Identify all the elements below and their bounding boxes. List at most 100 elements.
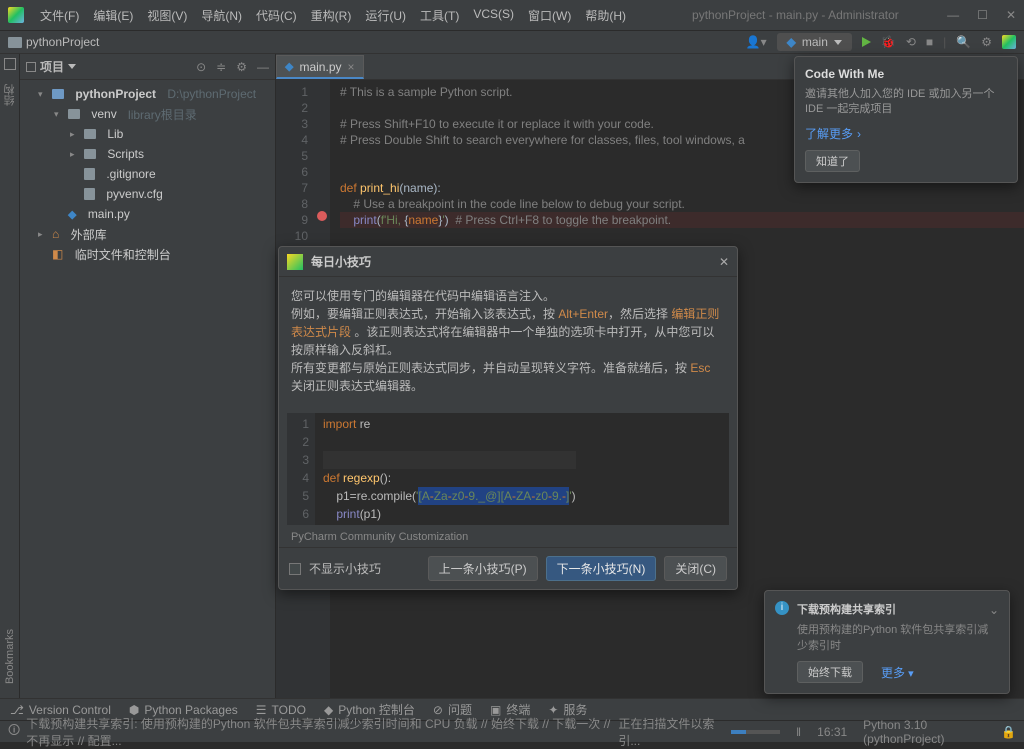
gear-icon[interactable]: ⚙ [236,60,247,74]
main-menu[interactable]: 文件(F) 编辑(E) 视图(V) 导航(N) 代码(C) 重构(R) 运行(U… [34,4,632,27]
minimize-icon[interactable]: — [947,8,959,22]
tree-note: library根目录 [128,106,197,123]
scratch-icon: ◧ [52,247,63,261]
more-link[interactable]: 更多 ▾ [881,664,914,681]
editor-tab-main[interactable]: ◆ main.py × [276,55,364,79]
tip-paragraph-2: 例如，要编辑正则表达式，开始输入该表达式，按 Alt+Enter，然后选择 编辑… [291,305,725,359]
structure-tool-button[interactable]: 结构 [2,84,18,106]
run-coverage-icon[interactable]: ⟲ [906,35,916,49]
notify-desc: 使用预构建的Python 软件包共享索引减少索引时 [797,621,999,653]
download-index-notification: i 下载预构建共享索引 ⌄ 使用预构建的Python 软件包共享索引减少索引时 … [764,590,1010,694]
cwme-learn-more-link[interactable]: 了解更多› [805,125,1007,142]
tree-scratch[interactable]: ◧ 临时文件和控制台 [20,244,275,264]
status-message[interactable]: 下载预构建共享索引: 使用预构建的Python 软件包共享索引减少索引时间和 C… [26,715,618,749]
tree-mainpy[interactable]: ◆ main.py [20,204,275,224]
project-tree[interactable]: ▾ pythonProject D:\pythonProject ▾ venv … [20,80,275,268]
select-opened-file-icon[interactable]: ⊙ [196,60,206,74]
menu-nav[interactable]: 导航(N) [195,4,248,27]
bookmarks-tool-button[interactable]: Bookmarks [4,629,16,684]
menu-tools[interactable]: 工具(T) [414,4,465,27]
close-window-icon[interactable]: ✕ [1006,8,1016,22]
menu-view[interactable]: 视图(V) [141,4,193,27]
run-config-name: main [802,35,828,49]
menu-run[interactable]: 运行(U) [359,4,412,27]
breakpoint-icon[interactable] [317,211,327,221]
stop-icon[interactable]: ■ [926,35,933,49]
run-icon[interactable] [862,37,871,47]
always-download-button[interactable]: 始终下载 [797,661,863,683]
tip-paragraph-1: 您可以使用专门的编辑器在代码中编辑语言注入。 [291,287,725,305]
folder-icon [8,37,22,48]
tree-external-libs[interactable]: ▸⌂ 外部库 [20,224,275,244]
tab-label: main.py [299,60,341,74]
tree-root-path: D:\pythonProject [167,87,256,101]
lock-icon[interactable]: 🔒 [1001,725,1016,739]
tree-root[interactable]: ▾ pythonProject D:\pythonProject [20,84,275,104]
python-file-icon: ◆ [68,208,76,221]
tree-scripts[interactable]: ▸ Scripts [20,144,275,164]
app-logo-icon [287,254,303,270]
dont-show-tips-checkbox[interactable] [289,563,301,575]
project-panel-title: 项目 [40,58,64,75]
info-icon: i [775,601,789,615]
tree-label: main.py [88,207,130,221]
tip-of-the-day-dialog: 每日小技巧 ✕ 您可以使用专门的编辑器在代码中编辑语言注入。 例如，要编辑正则表… [278,246,738,590]
tree-venv[interactable]: ▾ venv library根目录 [20,104,275,124]
menu-window[interactable]: 窗口(W) [522,4,577,27]
pause-indexing-icon[interactable]: ‖ [796,725,801,739]
cwme-title: Code With Me [805,67,1007,81]
code-with-me-icon[interactable]: 👤▾ [746,35,767,49]
status-notification-icon[interactable]: 🛈 [8,721,20,742]
dont-show-tips-label: 不显示小技巧 [309,560,381,577]
menu-file[interactable]: 文件(F) [34,4,85,27]
previous-tip-button[interactable]: 上一条小技巧(P) [428,556,538,581]
next-tip-button[interactable]: 下一条小技巧(N) [546,556,657,581]
tree-label: 外部库 [71,226,107,243]
tip-source-note: PyCharm Community Customization [279,527,737,547]
tree-gitignore[interactable]: .gitignore [20,164,275,184]
tree-label: .gitignore [106,167,155,181]
app-logo [8,7,24,23]
interpreter-label[interactable]: Python 3.10 (pythonProject) [863,718,985,746]
tree-lib[interactable]: ▸ Lib [20,124,275,144]
tree-pyvenv[interactable]: pyvenv.cfg [20,184,275,204]
run-config-selector[interactable]: ◆ main [777,33,852,51]
menu-refactor[interactable]: 重构(R) [305,4,358,27]
file-icon [84,168,95,180]
project-view-icon [26,62,36,72]
divider: | [943,35,946,49]
menu-code[interactable]: 代码(C) [250,4,303,27]
file-icon [84,188,95,200]
caret-position[interactable]: 16:31 [817,725,847,739]
close-tips-button[interactable]: 关闭(C) [664,556,727,581]
tree-label: Lib [107,127,123,141]
cwme-got-it-button[interactable]: 知道了 [805,150,860,172]
search-everywhere-icon[interactable]: 🔍 [956,35,971,49]
menu-help[interactable]: 帮助(H) [579,4,632,27]
menu-edit[interactable]: 编辑(E) [87,4,139,27]
folder-icon [52,89,64,99]
expand-all-icon[interactable]: ≑ [216,60,226,74]
folder-icon [68,109,80,119]
folder-icon [84,149,96,159]
hide-panel-icon[interactable]: — [257,60,269,74]
tip-code-example: 123456 import re def regexp(): p1=re.com… [287,413,729,525]
cwme-desc: 邀请其他人加入您的 IDE 或加入另一个 IDE 一起完成项目 [805,87,1007,117]
tree-root-label: pythonProject [75,87,156,101]
menu-vcs[interactable]: VCS(S) [467,4,520,27]
maximize-icon[interactable]: ☐ [977,8,988,22]
chevron-down-icon[interactable]: ⌄ [989,603,999,617]
close-dialog-icon[interactable]: ✕ [719,255,729,269]
library-icon: ⌂ [52,227,59,241]
code-with-me-popup: Code With Me 邀请其他人加入您的 IDE 或加入另一个 IDE 一起… [794,56,1018,183]
tree-label: pyvenv.cfg [106,187,162,201]
chevron-right-icon: › [857,127,861,141]
close-tab-icon[interactable]: × [348,60,355,74]
breadcrumb-project[interactable]: pythonProject [26,35,99,49]
toolbox-icon[interactable] [1002,35,1016,49]
debug-icon[interactable]: 🐞 [881,35,896,49]
chevron-down-icon[interactable] [68,64,76,69]
settings-icon[interactable]: ⚙ [981,35,992,49]
tree-label: 临时文件和控制台 [75,246,171,263]
project-tool-icon[interactable] [4,58,16,70]
